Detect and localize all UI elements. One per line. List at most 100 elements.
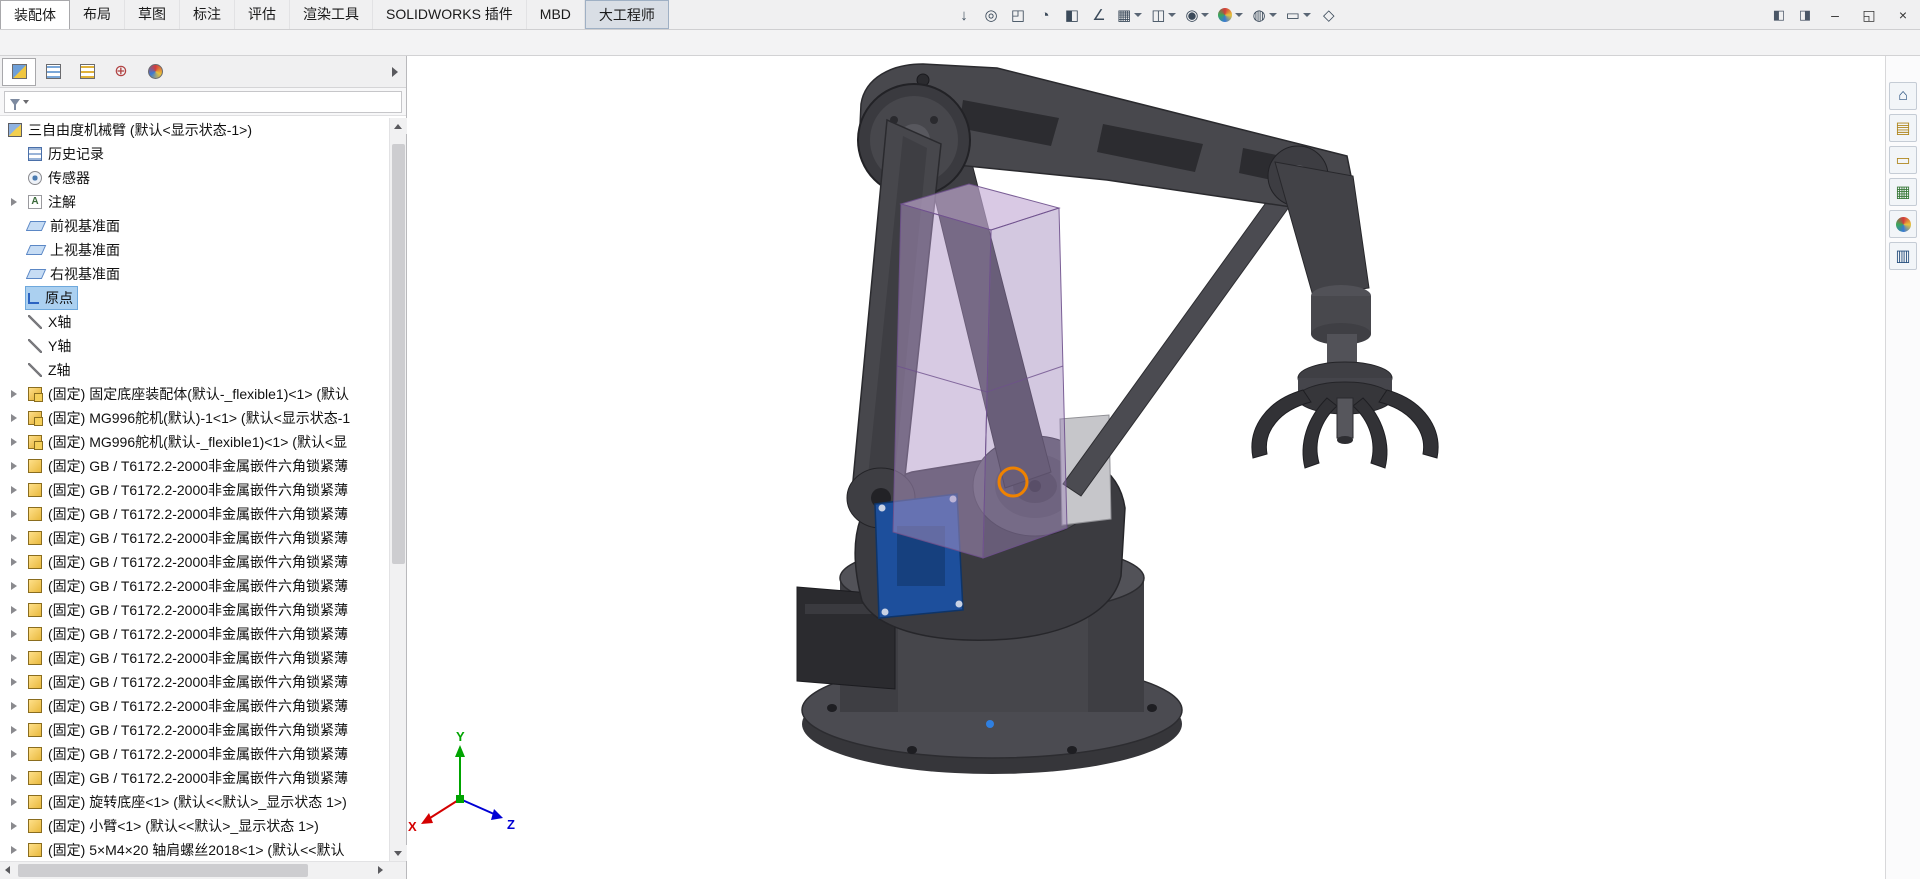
tree-item[interactable]: (固定) GB / T6172.2-2000非金属嵌件六角锁紧薄 (0, 718, 389, 742)
tree-item[interactable]: (固定) GB / T6172.2-2000非金属嵌件六角锁紧薄 (0, 478, 389, 502)
tree-item[interactable]: 历史记录 (0, 142, 389, 166)
expand-arrow-icon[interactable] (9, 670, 21, 694)
tree-item[interactable]: (固定) GB / T6172.2-2000非金属嵌件六角锁紧薄 (0, 646, 389, 670)
tree-item[interactable]: 上视基准面 (0, 238, 389, 262)
ribbon-tab[interactable]: 布局 (70, 0, 125, 29)
gripper-claw[interactable] (1251, 361, 1439, 469)
expand-arrow-icon[interactable] (9, 790, 21, 814)
close-button[interactable]: × (1886, 1, 1920, 30)
expand-arrow-icon[interactable] (9, 478, 21, 502)
tree-item[interactable]: (固定) GB / T6172.2-2000非金属嵌件六角锁紧薄 (0, 550, 389, 574)
expand-arrow-icon[interactable] (9, 214, 21, 238)
expand-arrow-icon[interactable] (9, 166, 21, 190)
expand-arrow-icon[interactable] (9, 502, 21, 526)
expand-arrow-icon[interactable] (9, 598, 21, 622)
view-settings-icon[interactable]: ▭ (1283, 3, 1314, 27)
expand-arrow-icon[interactable] (9, 238, 21, 262)
tree-root-item[interactable]: 三自由度机械臂 (默认<显示状态-1>) (0, 118, 389, 142)
tree-item[interactable]: (固定) GB / T6172.2-2000非金属嵌件六角锁紧薄 (0, 670, 389, 694)
task-pane-icon[interactable]: ◨ (1792, 2, 1818, 28)
expand-arrow-icon[interactable] (9, 694, 21, 718)
graphics-viewport[interactable]: Y X Z ⌂ ▤ ▭ ▦ ▥ (407, 56, 1920, 879)
expand-arrow-icon[interactable] (9, 454, 21, 478)
tree-item[interactable]: (固定) MG996舵机(默认-_flexible1)<1> (默认<显 (0, 430, 389, 454)
display-style-icon[interactable]: ◫ (1148, 3, 1179, 27)
tree-item[interactable]: (固定) 5×M4×20 轴肩螺丝2018<1> (默认<<默认 (0, 838, 389, 861)
tree-item[interactable]: (固定) GB / T6172.2-2000非金属嵌件六角锁紧薄 (0, 694, 389, 718)
expand-arrow-icon[interactable] (9, 406, 21, 430)
featuremanager-tab-icon[interactable] (2, 57, 36, 86)
dropdown-caret-icon[interactable] (1168, 13, 1177, 17)
ribbon-tab[interactable]: 装配体 (0, 0, 70, 29)
tree-item[interactable]: 注解 (0, 190, 389, 214)
view-orientation-icon[interactable]: ▦ (1114, 3, 1145, 27)
restore-button[interactable]: ◱ (1852, 1, 1886, 30)
show-pane-icon[interactable]: ◧ (1766, 2, 1792, 28)
expand-arrow-icon[interactable] (9, 310, 21, 334)
tree-vertical-scrollbar[interactable] (389, 118, 407, 861)
view-palette-icon[interactable]: ▦ (1889, 178, 1917, 206)
tree-item[interactable]: 传感器 (0, 166, 389, 190)
previous-view-icon[interactable]: ◔ (1033, 3, 1057, 27)
tree-item[interactable]: (固定) GB / T6172.2-2000非金属嵌件六角锁紧薄 (0, 742, 389, 766)
expand-arrow-icon[interactable] (9, 286, 21, 310)
tree-item[interactable]: (固定) GB / T6172.2-2000非金属嵌件六角锁紧薄 (0, 502, 389, 526)
measure-icon[interactable]: ∠ (1087, 3, 1111, 27)
transparent-column-part[interactable] (892, 183, 1068, 559)
zoom-area-icon[interactable]: ◰ (1006, 3, 1030, 27)
tree-item[interactable]: (固定) GB / T6172.2-2000非金属嵌件六角锁紧薄 (0, 766, 389, 790)
expand-arrow-icon[interactable] (9, 190, 21, 214)
scroll-left-arrow-icon[interactable] (0, 862, 16, 879)
expand-arrow-icon[interactable] (9, 358, 21, 382)
tree-item[interactable]: (固定) GB / T6172.2-2000非金属嵌件六角锁紧薄 (0, 526, 389, 550)
tree-item[interactable]: 原点 (0, 286, 389, 310)
dimxpertmanager-tab-icon[interactable]: ⊕ (104, 58, 138, 86)
ribbon-tab[interactable]: SOLIDWORKS 插件 (373, 0, 527, 29)
design-library-icon[interactable]: ▤ (1889, 114, 1917, 142)
configurationmanager-tab-icon[interactable] (70, 58, 104, 86)
expand-arrow-icon[interactable] (9, 718, 21, 742)
tree-item[interactable]: (固定) GB / T6172.2-2000非金属嵌件六角锁紧薄 (0, 454, 389, 478)
tree-filter-input[interactable] (4, 91, 402, 113)
vertical-scroll-thumb[interactable] (392, 144, 405, 564)
hide-show-items-icon[interactable]: ◉ (1182, 3, 1212, 27)
ribbon-tab[interactable]: 评估 (235, 0, 290, 29)
expand-arrow-icon[interactable] (9, 838, 21, 861)
tree-horizontal-scrollbar[interactable] (0, 861, 406, 879)
expand-arrow-icon[interactable] (9, 430, 21, 454)
robot-arm-model[interactable] (796, 63, 1439, 774)
dropdown-caret-icon[interactable] (1235, 13, 1244, 17)
3d-views-icon[interactable]: ◇ (1317, 3, 1341, 27)
tree-item[interactable]: (固定) 小臂<1> (默认<<默认>_显示状态 1>) (0, 814, 389, 838)
tree-item[interactable]: (固定) MG996舵机(默认)-1<1> (默认<显示状态-1 (0, 406, 389, 430)
ribbon-tab[interactable]: 标注 (180, 0, 235, 29)
tree-item[interactable]: 前视基准面 (0, 214, 389, 238)
expand-arrow-icon[interactable] (9, 742, 21, 766)
filter-caret-icon[interactable] (23, 100, 29, 104)
custom-properties-icon[interactable]: ▥ (1889, 242, 1917, 270)
robot-arm-scene[interactable]: Y X Z (407, 56, 1920, 879)
expand-arrow-icon[interactable] (9, 622, 21, 646)
section-view-icon[interactable]: ◧ (1060, 3, 1084, 27)
tree-item[interactable]: X轴 (0, 310, 389, 334)
expand-arrow-icon[interactable] (9, 382, 21, 406)
origin-point-marker[interactable] (986, 720, 994, 728)
expand-arrow-icon[interactable] (9, 814, 21, 838)
tree-item[interactable]: (固定) GB / T6172.2-2000非金属嵌件六角锁紧薄 (0, 574, 389, 598)
scroll-right-arrow-icon[interactable] (373, 862, 389, 879)
file-explorer-icon[interactable]: ▭ (1889, 146, 1917, 174)
tree-item[interactable]: (固定) GB / T6172.2-2000非金属嵌件六角锁紧薄 (0, 598, 389, 622)
dropdown-caret-icon[interactable] (1268, 13, 1277, 17)
dropdown-caret-icon[interactable] (1201, 13, 1210, 17)
edit-appearance-icon[interactable]: ● (1215, 3, 1246, 27)
dropdown-caret-icon[interactable] (1134, 13, 1143, 17)
ribbon-tab[interactable]: 草图 (125, 0, 180, 29)
tree-item[interactable]: (固定) 旋转底座<1> (默认<<默认>_显示状态 1>) (0, 790, 389, 814)
tree-item[interactable]: (固定) GB / T6172.2-2000非金属嵌件六角锁紧薄 (0, 622, 389, 646)
expand-arrow-icon[interactable] (9, 526, 21, 550)
tree-item[interactable]: Z轴 (0, 358, 389, 382)
ribbon-tab[interactable]: 渲染工具 (290, 0, 373, 29)
appearances-scenes-icon[interactable]: ● (1889, 210, 1917, 238)
scroll-up-arrow-icon[interactable] (390, 118, 407, 134)
minimize-button[interactable]: – (1818, 1, 1852, 30)
